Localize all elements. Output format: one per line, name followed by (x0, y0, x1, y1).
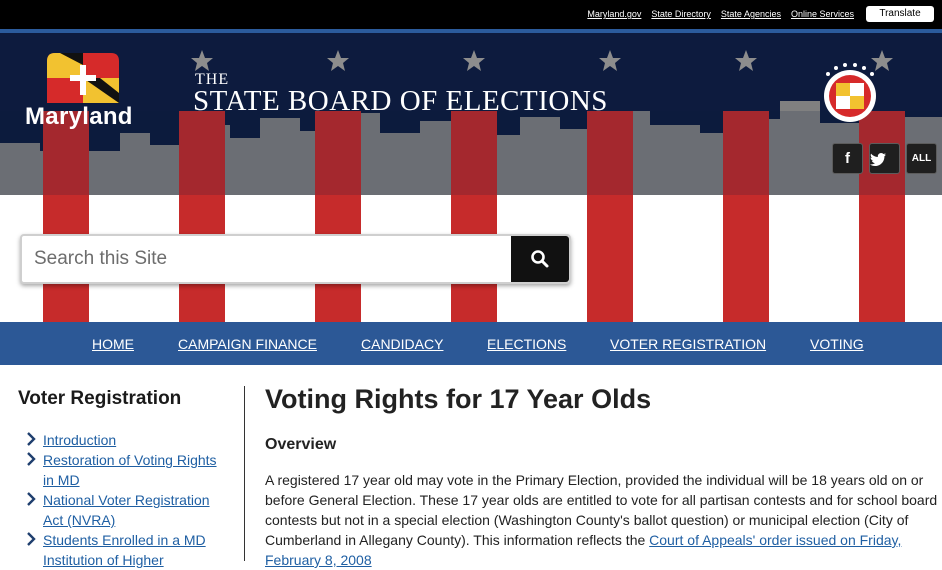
all-social-button[interactable]: ALL (906, 143, 937, 174)
nav-campaign-finance[interactable]: CAMPAIGN FINANCE (178, 336, 317, 352)
online-services-link[interactable]: Online Services (791, 9, 854, 19)
sidebar-link-restoration[interactable]: Restoration of Voting Rights in MD (43, 450, 223, 490)
main-navigation: HOME CAMPAIGN FINANCE CANDIDACY ELECTION… (0, 322, 942, 365)
nav-voting[interactable]: VOTING (810, 336, 864, 352)
sidebar-link-introduction[interactable]: Introduction (43, 430, 223, 450)
state-agencies-link[interactable]: State Agencies (721, 9, 781, 19)
search-button[interactable] (511, 236, 569, 282)
maryland-gov-link[interactable]: Maryland.gov (587, 9, 641, 19)
search-icon (531, 250, 549, 268)
sidebar-item-students[interactable]: Students Enrolled in a MD Institution of… (26, 530, 223, 570)
translate-button[interactable]: Translate (866, 6, 934, 22)
twitter-icon (870, 153, 886, 166)
search-box (20, 234, 571, 284)
sidebar-item-introduction[interactable]: Introduction (26, 430, 223, 450)
section-heading: Overview (265, 436, 337, 453)
facebook-icon: f (845, 150, 850, 167)
site-title[interactable]: STATE BOARD OF ELECTIONS (193, 85, 608, 118)
state-directory-link[interactable]: State Directory (651, 9, 711, 19)
nav-voter-registration[interactable]: VOTER REGISTRATION (610, 336, 766, 352)
sidebar-item-nvra[interactable]: National Voter Registration Act (NVRA) (26, 490, 223, 530)
maryland-logo-icon (47, 53, 119, 103)
top-utility-bar: Maryland.gov State Directory State Agenc… (0, 0, 942, 29)
sidebar-link-nvra[interactable]: National Voter Registration Act (NVRA) (43, 490, 223, 530)
sidebar-link-students[interactable]: Students Enrolled in a MD Institution of… (43, 530, 223, 570)
twitter-button[interactable] (869, 143, 900, 174)
utility-links: Maryland.gov State Directory State Agenc… (587, 9, 854, 19)
page-title: Voting Rights for 17 Year Olds (265, 384, 652, 414)
nav-elections[interactable]: ELECTIONS (487, 336, 566, 352)
nav-home[interactable]: HOME (92, 336, 134, 352)
chevron-right-icon (26, 430, 43, 446)
sidebar-item-restoration[interactable]: Restoration of Voting Rights in MD (26, 450, 223, 490)
body-paragraph: A registered 17 year old may vote in the… (265, 470, 940, 570)
maryland-logo-text[interactable]: Maryland (25, 103, 133, 131)
chevron-right-icon (26, 490, 43, 506)
sidebar-divider (244, 386, 245, 561)
chevron-right-icon (26, 530, 43, 546)
nav-candidacy[interactable]: CANDIDACY (361, 336, 443, 352)
chevron-right-icon (26, 450, 43, 466)
header-banner: Maryland THE STATE BOARD OF ELECTIONS f … (0, 33, 942, 322)
search-input[interactable] (22, 236, 511, 282)
sidebar-title: Voter Registration (18, 388, 182, 409)
facebook-button[interactable]: f (832, 143, 863, 174)
